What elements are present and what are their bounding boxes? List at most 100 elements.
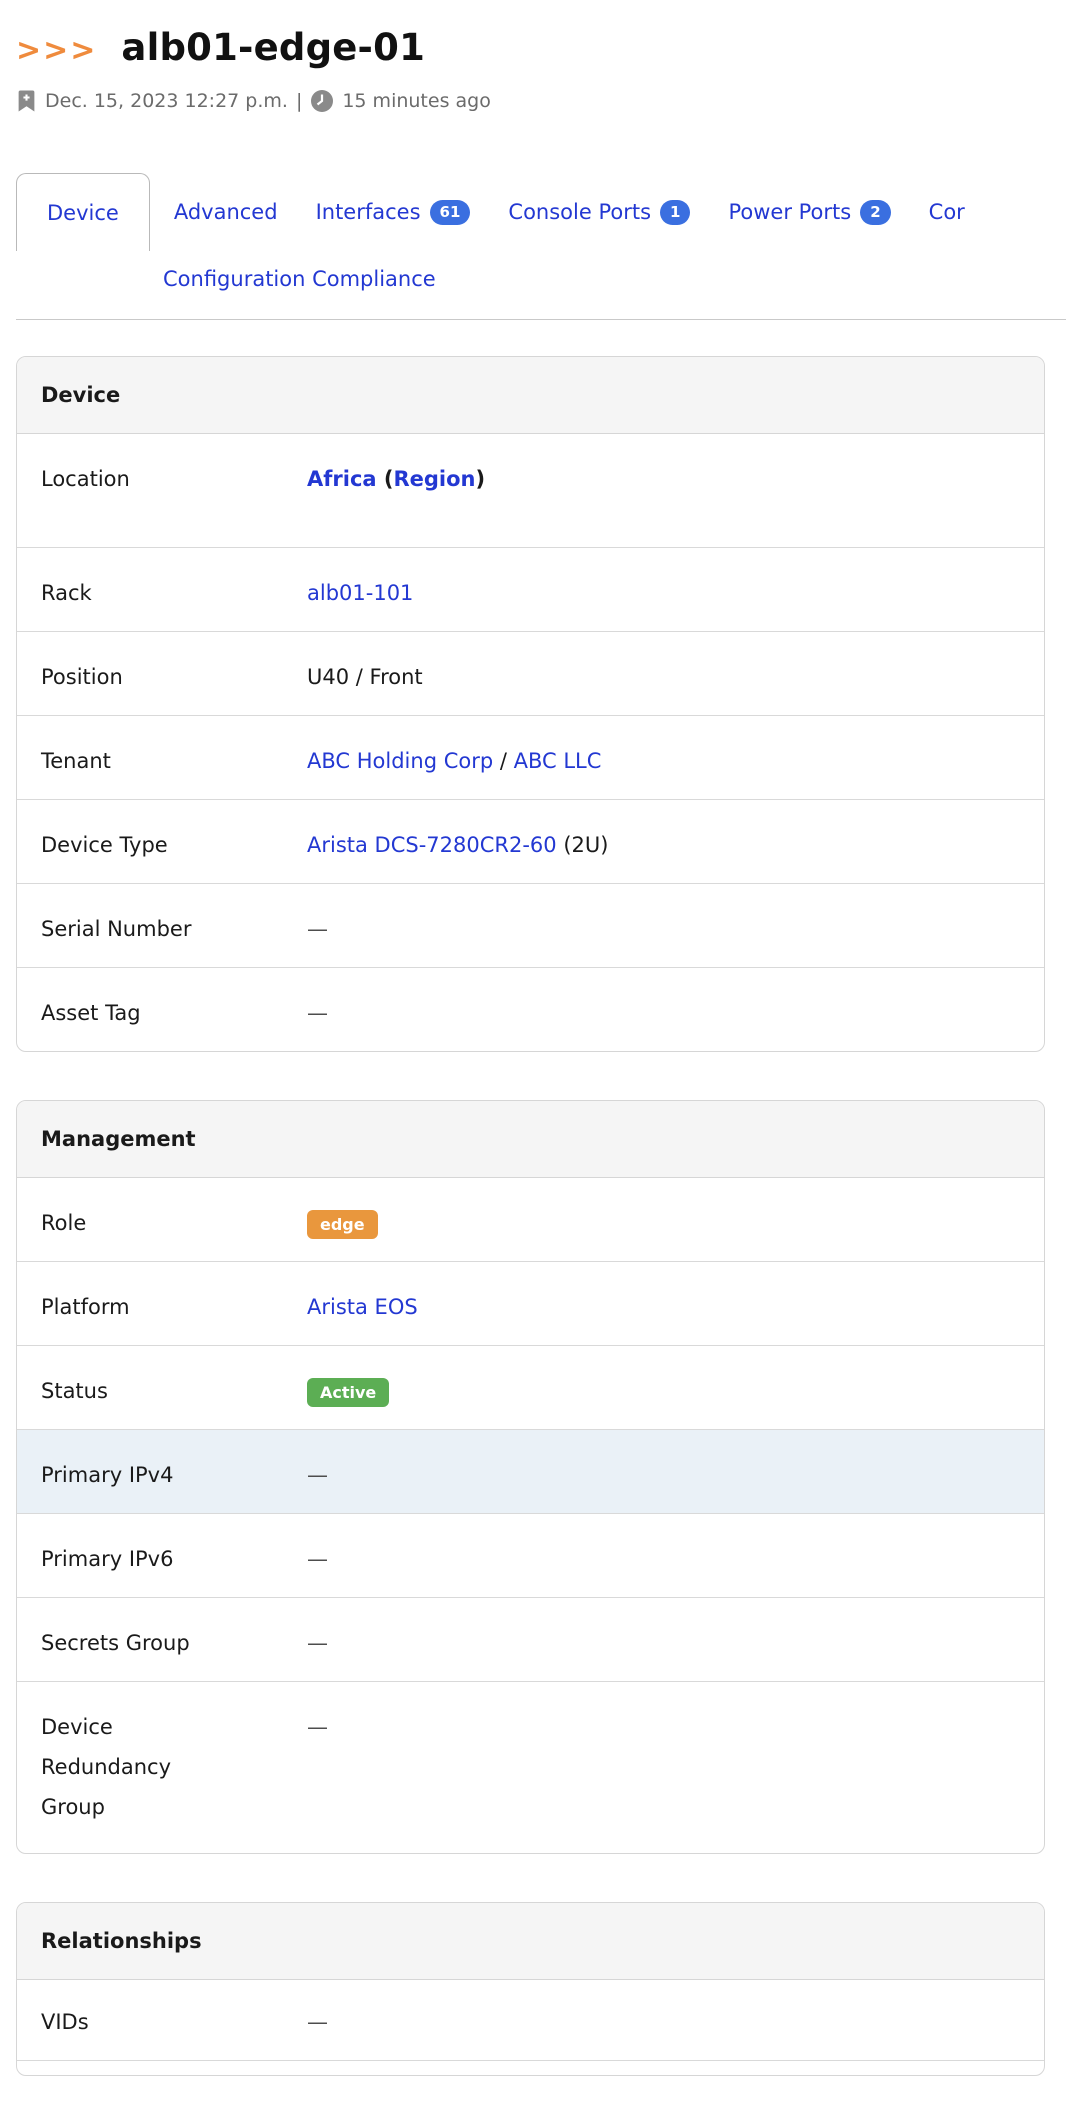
page-title: alb01-edge-01 [121, 26, 425, 69]
field-label: Primary IPv6 [41, 1539, 215, 1579]
empty-value-dash: — [307, 1631, 328, 1655]
field-row-status: Status Active [17, 1345, 1044, 1429]
empty-value-dash: — [307, 1001, 328, 1025]
tab-cor[interactable]: Cor [929, 200, 965, 224]
tab-label: Cor [929, 200, 965, 224]
brand-chevrons-logo: >>> [16, 33, 97, 68]
tab-label: Power Ports [728, 200, 851, 224]
tab-count-badge: 61 [430, 200, 471, 225]
field-row-device-redundancy-group: Device Redundancy Group — [17, 1681, 1044, 1853]
tab-row-1: Device Advanced Interfaces 61 Console Ports 1… [16, 173, 1066, 251]
field-label: Platform [41, 1287, 215, 1327]
field-value: Arista EOS [307, 1287, 418, 1327]
tab-label: Configuration Compliance [163, 267, 436, 291]
tab-power-ports[interactable]: Power Ports 2 [728, 200, 890, 225]
field-label: Device Redundancy Group [41, 1707, 215, 1827]
field-value: Active [307, 1371, 389, 1411]
value-text: ) [476, 467, 486, 491]
field-row-serial-number: Serial Number — [17, 883, 1044, 967]
tab-label: Interfaces [316, 200, 421, 224]
field-label: Position [41, 657, 215, 697]
page-header: >>> alb01-edge-01 [16, 26, 1066, 69]
panels-container: Device Location Africa (Region) Rack alb01-1… [0, 356, 1066, 2076]
tab-interfaces[interactable]: Interfaces 61 [316, 200, 471, 225]
panel-title: Relationships [17, 1903, 1044, 1980]
value-link[interactable]: Arista EOS [307, 1295, 418, 1319]
tab-device[interactable]: Device [16, 173, 150, 251]
field-label: Serial Number [41, 909, 215, 949]
panel-relationships: Relationships VIDs — [16, 1902, 1045, 2076]
tab-row-2: Configuration Compliance [163, 267, 1066, 307]
empty-value-dash: — [307, 917, 328, 941]
panel-title: Management [17, 1101, 1044, 1178]
updated-timestamp: 15 minutes ago [342, 90, 491, 112]
empty-value-dash: — [307, 1715, 328, 1739]
field-value: — [307, 909, 328, 949]
field-label: Status [41, 1371, 215, 1411]
tab-advanced[interactable]: Advanced [174, 200, 278, 224]
tab-count-badge: 1 [660, 200, 690, 225]
field-row-role: Role edge [17, 1178, 1044, 1261]
field-label: Device Type [41, 825, 215, 865]
field-row-device-type: Device Type Arista DCS-7280CR2-60 (2U) [17, 799, 1044, 883]
panel-device: Device Location Africa (Region) Rack alb01-1… [16, 356, 1045, 1052]
value-text: U40 / Front [307, 665, 423, 689]
timestamp-separator: | [296, 90, 302, 112]
field-row-secrets-group: Secrets Group — [17, 1597, 1044, 1681]
field-value: edge [307, 1203, 378, 1243]
tab-count-badge: 2 [860, 200, 890, 225]
field-row-primary-ipv4: Primary IPv4 — [17, 1429, 1044, 1513]
value-link[interactable]: Africa [307, 467, 377, 491]
panel-title: Device [17, 357, 1044, 434]
bookmark-plus-icon [16, 89, 37, 113]
active-badge[interactable]: Active [307, 1378, 389, 1407]
field-label: Tenant [41, 741, 215, 781]
empty-value-dash: — [307, 1463, 328, 1487]
field-row-primary-ipv6: Primary IPv6 — [17, 1513, 1044, 1597]
value-link[interactable]: ABC Holding Corp [307, 749, 493, 773]
field-value: U40 / Front [307, 657, 423, 697]
value-text: ( [377, 467, 394, 491]
field-row-platform: Platform Arista EOS [17, 1261, 1044, 1345]
tab-bar: Device Advanced Interfaces 61 Console Ports 1… [16, 173, 1066, 307]
tab-label: Device [47, 201, 119, 225]
panel-management: Management Role edge Platform Arista EOS Stat… [16, 1100, 1045, 1854]
value-link[interactable]: ABC LLC [514, 749, 602, 773]
clipped-next-row [17, 2060, 1044, 2075]
field-row-vids: VIDs — [17, 1980, 1044, 2060]
field-label: Primary IPv4 [41, 1455, 215, 1495]
field-value: — [307, 1623, 328, 1663]
field-label: Rack [41, 573, 215, 613]
field-row-tenant: Tenant ABC Holding Corp / ABC LLC [17, 715, 1044, 799]
value-text: / [493, 749, 513, 773]
edge-badge[interactable]: edge [307, 1210, 378, 1239]
tab-label: Console Ports [508, 200, 651, 224]
value-link[interactable]: Arista DCS-7280CR2-60 [307, 833, 557, 857]
field-value: Africa (Region) [307, 459, 485, 499]
tab-configuration-compliance[interactable]: Configuration Compliance [163, 267, 436, 291]
value-link[interactable]: alb01-101 [307, 581, 413, 605]
field-value: — [307, 1707, 328, 1747]
field-label: Asset Tag [41, 993, 215, 1033]
field-label: Location [41, 459, 215, 499]
field-row-location: Location Africa (Region) [17, 434, 1044, 547]
field-row-rack: Rack alb01-101 [17, 547, 1044, 631]
field-value: ABC Holding Corp / ABC LLC [307, 741, 601, 781]
field-value: — [307, 1539, 328, 1579]
field-value: — [307, 1455, 328, 1495]
field-label: VIDs [41, 2002, 215, 2042]
empty-value-dash: — [307, 1547, 328, 1571]
created-timestamp: Dec. 15, 2023 12:27 p.m. [45, 90, 288, 112]
field-value: alb01-101 [307, 573, 413, 613]
tab-console-ports[interactable]: Console Ports 1 [508, 200, 690, 225]
timestamps-bar: Dec. 15, 2023 12:27 p.m. | 15 minutes ag… [16, 89, 1066, 113]
value-text: (2U) [557, 833, 609, 857]
field-label: Role [41, 1203, 215, 1243]
field-row-position: Position U40 / Front [17, 631, 1044, 715]
field-value: Arista DCS-7280CR2-60 (2U) [307, 825, 608, 865]
tabs-divider [16, 319, 1066, 320]
clock-icon [310, 89, 334, 113]
value-link[interactable]: Region [393, 467, 475, 491]
field-value: — [307, 2002, 328, 2042]
field-label: Secrets Group [41, 1623, 215, 1663]
